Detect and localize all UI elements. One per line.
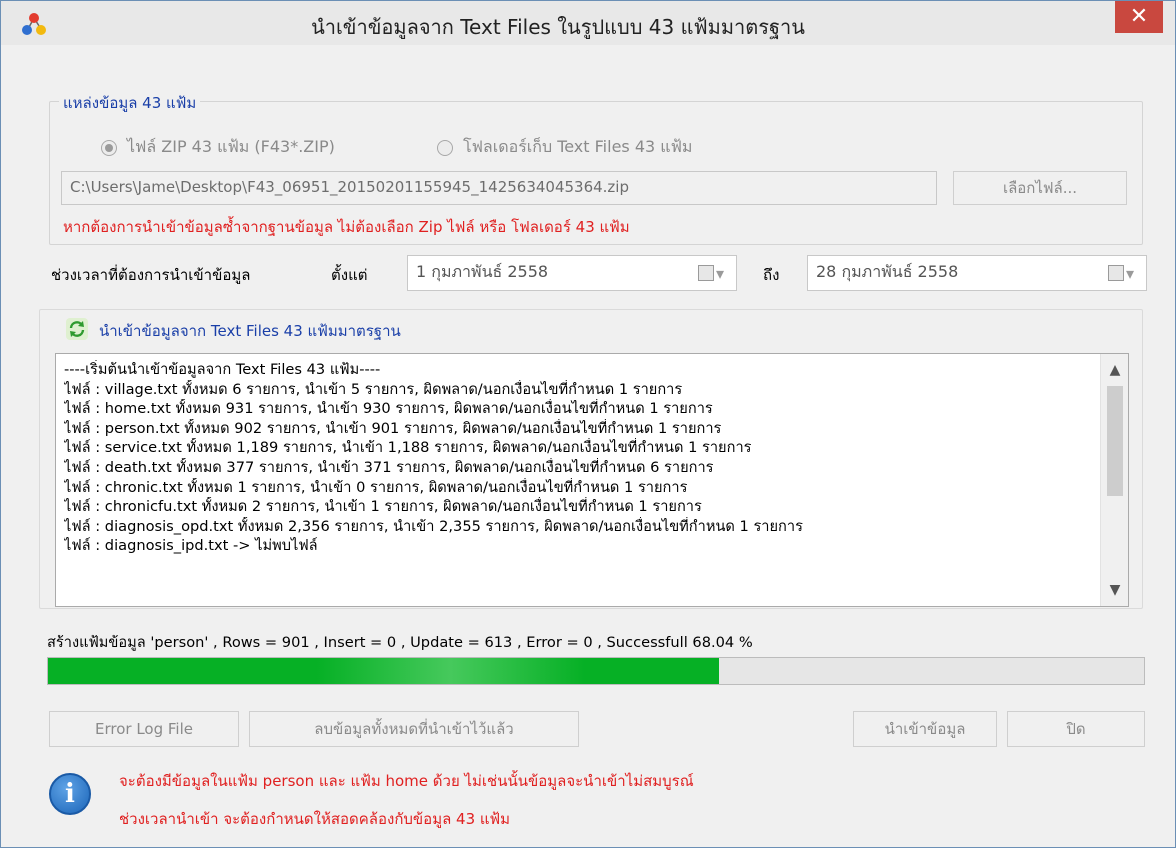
date-from-picker[interactable]: 1 กุมภาพันธ์ 2558 ▾ [407, 255, 737, 291]
source-warning-text: หากต้องการนำเข้าข้อมูลซ้ำจากฐานข้อมูล ไม… [63, 218, 630, 236]
status-text: สร้างแฟ้มข้อมูล 'person' , Rows = 901 , … [47, 634, 753, 651]
refresh-icon [66, 318, 88, 340]
import-dialog: นำเข้าข้อมูลจาก Text Files ในรูปแบบ 43 แ… [0, 0, 1176, 848]
scroll-down-icon[interactable]: ▼ [1101, 578, 1128, 602]
radio-folder[interactable]: โฟลเดอร์เก็บ Text Files 43 แฟ้ม [437, 135, 692, 160]
title-bar: นำเข้าข้อมูลจาก Text Files ในรูปแบบ 43 แ… [1, 1, 1175, 45]
radio-folder-label: โฟลเดอร์เก็บ Text Files 43 แฟ้ม [463, 137, 693, 156]
chevron-down-icon: ▾ [716, 263, 725, 283]
import-log-textarea[interactable]: ----เริ่มต้นนำเข้าข้อมูลจาก Text Files 4… [55, 353, 1129, 607]
source-group-title: แหล่งข้อมูล 43 แฟ้ม [59, 91, 201, 115]
notice-line-2: ช่วงเวลานำเข้า จะต้องกำหนดให้สอดคล้องกับ… [119, 810, 511, 828]
period-to-label: ถึง [763, 266, 780, 284]
log-line: ----เริ่มต้นนำเข้าข้อมูลจาก Text Files 4… [64, 361, 381, 378]
calendar-icon [698, 265, 714, 281]
log-line: ไฟล์ : diagnosis_opd.txt ทั้งหมด 2,356 ร… [64, 517, 803, 535]
date-from-dropdown[interactable]: ▾ [698, 262, 732, 284]
import-progress-bar [47, 657, 1145, 685]
calendar-icon [1108, 265, 1124, 281]
log-line: ไฟล์ : home.txt ทั้งหมด 931 รายการ, นำเข… [64, 400, 713, 418]
date-from-value: 1 กุมภาพันธ์ 2558 [416, 262, 549, 281]
log-line: ไฟล์ : death.txt ทั้งหมด 377 รายการ, นำเ… [64, 458, 714, 476]
scroll-thumb[interactable] [1107, 386, 1123, 496]
log-lines: ----เริ่มต้นนำเข้าข้อมูลจาก Text Files 4… [64, 360, 1094, 556]
radio-zip-indicator[interactable] [101, 139, 117, 156]
radio-zip-file[interactable]: ไฟล์ ZIP 43 แฟ้ม (F43*.ZIP) [101, 135, 335, 160]
close-window-button[interactable]: ✕ [1115, 1, 1163, 33]
log-line: ไฟล์ : chronicfu.txt ทั้งหมด 2 รายการ, น… [64, 498, 702, 516]
period-from-label: ตั้งแต่ [331, 266, 368, 284]
notice-line-1: จะต้องมีข้อมูลในแฟ้ม person และ แฟ้ม hom… [119, 772, 694, 790]
source-path-field[interactable]: C:\Users\Jame\Desktop\F43_06951_20150201… [61, 171, 937, 205]
date-to-value: 28 กุมภาพันธ์ 2558 [816, 262, 959, 281]
date-to-dropdown[interactable]: ▾ [1108, 262, 1142, 284]
log-scrollbar[interactable]: ▲ ▼ [1100, 354, 1128, 606]
period-label: ช่วงเวลาที่ต้องการนำเข้าข้อมูล [51, 266, 251, 284]
log-line: ไฟล์ : village.txt ทั้งหมด 6 รายการ, นำเ… [64, 380, 683, 398]
import-log-title: นำเข้าข้อมูลจาก Text Files 43 แฟ้มมาตรฐา… [99, 322, 401, 340]
window-title: นำเข้าข้อมูลจาก Text Files ในรูปแบบ 43 แ… [311, 15, 805, 39]
info-icon: i [49, 773, 91, 815]
log-line: ไฟล์ : service.txt ทั้งหมด 1,189 รายการ,… [64, 439, 752, 457]
log-line: ไฟล์ : diagnosis_ipd.txt -> ไม่พบไฟล์ [64, 537, 318, 555]
close-button[interactable]: ปิด [1007, 711, 1145, 747]
chevron-down-icon: ▾ [1126, 263, 1135, 283]
log-line: ไฟล์ : chronic.txt ทั้งหมด 1 รายการ, นำเ… [64, 478, 688, 496]
delete-all-imported-button[interactable]: ลบข้อมูลทั้งหมดที่นำเข้าไว้แล้ว [249, 711, 579, 747]
close-icon: ✕ [1129, 4, 1149, 29]
date-to-picker[interactable]: 28 กุมภาพันธ์ 2558 ▾ [807, 255, 1147, 291]
radio-zip-label: ไฟล์ ZIP 43 แฟ้ม (F43*.ZIP) [127, 137, 335, 156]
log-line: ไฟล์ : person.txt ทั้งหมด 902 รายการ, นำ… [64, 419, 722, 437]
error-log-button[interactable]: Error Log File [49, 711, 239, 747]
radio-folder-indicator[interactable] [437, 139, 453, 156]
scroll-up-icon[interactable]: ▲ [1101, 358, 1128, 382]
browse-file-button[interactable]: เลือกไฟล์... [953, 171, 1127, 205]
progress-fill [48, 658, 719, 684]
import-data-button[interactable]: นำเข้าข้อมูล [853, 711, 997, 747]
